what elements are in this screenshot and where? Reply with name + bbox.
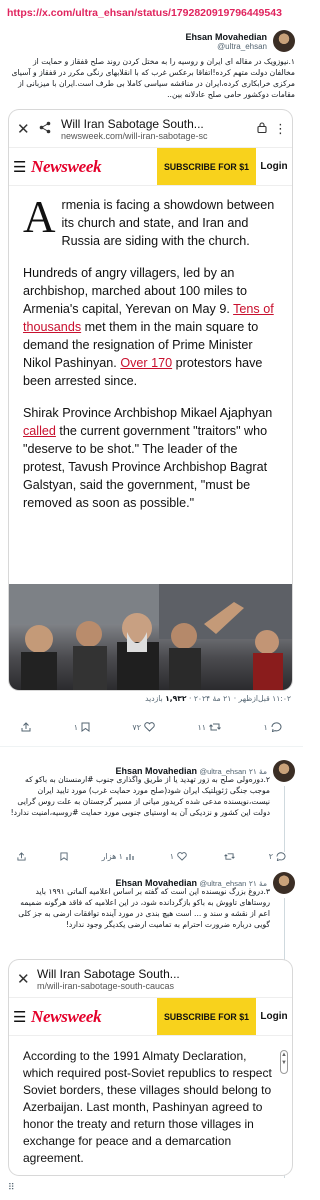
paragraph-text: Shirak Province Archbishop Mikael Ajaphy… xyxy=(23,406,273,420)
bookmark-count: ۱ xyxy=(73,722,78,732)
bookmark-button[interactable]: ۱ xyxy=(74,722,90,732)
menu-icon[interactable]: ☰ xyxy=(13,158,31,176)
author-name[interactable]: Ehsan Movahedian xyxy=(185,32,267,42)
avatar[interactable] xyxy=(273,760,295,782)
lock-icon[interactable] xyxy=(254,121,270,136)
retweet-icon xyxy=(224,853,235,860)
like-count: ۷۲ xyxy=(132,722,142,732)
reply-button[interactable]: ۱ xyxy=(263,722,282,732)
login-button[interactable]: Login xyxy=(256,1011,292,1022)
reply-button[interactable]: ۲ xyxy=(269,852,286,861)
views-icon xyxy=(126,854,134,860)
bookmark-button[interactable] xyxy=(60,852,68,861)
bookmark-icon xyxy=(81,722,90,732)
share-button[interactable] xyxy=(17,852,26,861)
article-paragraph: Shirak Province Archbishop Mikael Ajaphy… xyxy=(23,404,278,512)
link-preview-card[interactable]: ✕ Will Iran Sabotage South... m/will-ira… xyxy=(9,960,292,1175)
page-titles: Will Iran Sabotage South... newsweek.com… xyxy=(61,117,254,141)
thread-line xyxy=(284,786,285,852)
like-button[interactable]: ۷۲ xyxy=(132,722,155,732)
share-arrow-icon xyxy=(17,852,26,861)
source-url[interactable]: https://x.com/ultra_ehsan/status/1792820… xyxy=(0,0,303,28)
views-count: ۱ هزار xyxy=(101,852,123,861)
tweet1-text: ۱.نیوزویک در مقاله ای ایران و روسیه را ب… xyxy=(11,57,295,99)
menu-icon[interactable]: ☰ xyxy=(13,1008,31,1026)
article-paragraph: Armenia is facing a showdown between its… xyxy=(23,192,278,250)
author-block[interactable]: Ehsan Movahedian @ultra_ehsan xyxy=(185,32,267,51)
article-link[interactable]: called xyxy=(23,424,56,438)
tweet-actions: ۲ ۱ ۱ هزار xyxy=(0,852,303,861)
article-body: According to the 1991 Almaty Declaration… xyxy=(9,1036,292,1167)
author-handle[interactable]: @ultra_ehsan xyxy=(185,42,267,51)
newsweek-header: ☰ Newsweek SUBSCRIBE FOR $1 Login xyxy=(9,998,292,1036)
scroll-indicator[interactable]: ▲ ▼ xyxy=(280,1050,288,1074)
article-photo xyxy=(9,584,292,690)
reply-icon xyxy=(276,852,286,861)
article-paragraph: According to the 1991 Almaty Declaration… xyxy=(23,1049,272,1165)
close-icon[interactable]: ✕ xyxy=(17,970,33,988)
article-link[interactable]: Over 170 xyxy=(120,356,172,370)
retweet-button[interactable]: ۱۱ xyxy=(197,722,221,732)
tweet-actions: ۱ ۱۱ ۷۲ ۱ xyxy=(0,722,303,732)
like-button[interactable]: ۱ xyxy=(170,852,187,861)
reply-count: ۲ xyxy=(268,852,274,861)
subscribe-button[interactable]: SUBSCRIBE FOR $1 xyxy=(156,148,256,185)
reply-icon xyxy=(271,722,282,732)
tweet2-text: ۲.دوره‌ولی صلح به زور تهدید یا از طریق و… xyxy=(10,775,270,817)
browser-chrome: ✕ Will Iran Sabotage South... m/will-ira… xyxy=(9,960,292,998)
share-icon[interactable] xyxy=(39,121,57,137)
drop-cap: A xyxy=(23,192,56,242)
like-count: ۱ xyxy=(169,852,175,861)
retweet-icon xyxy=(209,723,221,731)
reply-count: ۱ xyxy=(263,722,268,732)
more-options-icon[interactable]: ⋮ xyxy=(274,121,287,137)
browser-chrome: ✕ Will Iran Sabotage South... newsweek.c… xyxy=(9,110,292,148)
close-icon[interactable]: ✕ xyxy=(17,120,33,138)
view-label: بازدید xyxy=(145,694,163,703)
article-body: Armenia is facing a showdown between its… xyxy=(9,186,292,512)
paragraph-text: the current government "traitors" who "d… xyxy=(23,424,268,510)
tweet-time[interactable]: ۱۱:۰۲ قبل‌ازظهر · ۲۱ مهٔ ۲۰۲۴ · xyxy=(189,694,291,703)
retweet-button[interactable] xyxy=(221,852,235,861)
paragraph-text: rmenia is facing a showdown between its … xyxy=(61,198,275,248)
bookmark-icon xyxy=(60,852,68,861)
page-title: Will Iran Sabotage South... xyxy=(37,966,180,981)
article-paragraph: Hundreds of angry villagers, led by an a… xyxy=(23,264,278,390)
tweet3-text: ۳.دروغ بزرگ نویسنده این است که گفته بر ا… xyxy=(18,887,270,929)
heart-icon xyxy=(177,852,187,861)
page-url: m/will-iran-sabotage-south-caucas xyxy=(37,980,175,991)
tweet1-header: Ehsan Movahedian @ultra_ehsan xyxy=(185,30,295,52)
heart-icon xyxy=(144,722,155,732)
tweet-meta: ۱۱:۰۲ قبل‌ازظهر · ۲۱ مهٔ ۲۰۲۴ · ۱,۹۳۲ با… xyxy=(145,694,291,703)
retweet-count: ۱۱ xyxy=(197,722,207,732)
views-button[interactable]: ۱ هزار xyxy=(102,852,136,861)
newsweek-header: ☰ Newsweek SUBSCRIBE FOR $1 Login xyxy=(9,148,292,186)
view-count: ۱,۹۳۲ xyxy=(165,694,187,703)
divider xyxy=(0,746,303,747)
avatar[interactable] xyxy=(273,30,295,52)
share-arrow-icon xyxy=(21,722,31,732)
link-preview-card[interactable]: ✕ Will Iran Sabotage South... newsweek.c… xyxy=(9,110,292,690)
login-button[interactable]: Login xyxy=(256,161,292,172)
subscribe-button[interactable]: SUBSCRIBE FOR $1 xyxy=(156,998,256,1035)
newsweek-logo[interactable]: Newsweek xyxy=(31,157,157,177)
paragraph-text: Hundreds of angry villagers, led by an a… xyxy=(23,266,248,316)
page-title: Will Iran Sabotage South... xyxy=(61,116,204,131)
page-url: newsweek.com/will-iran-sabotage-sc xyxy=(61,130,208,141)
avatar[interactable] xyxy=(273,872,295,894)
newsweek-logo[interactable]: Newsweek xyxy=(31,1007,157,1027)
more-indicator-icon: ⠿ xyxy=(8,1182,15,1192)
page-titles: Will Iran Sabotage South... m/will-iran-… xyxy=(37,967,284,991)
share-button[interactable] xyxy=(21,722,31,732)
